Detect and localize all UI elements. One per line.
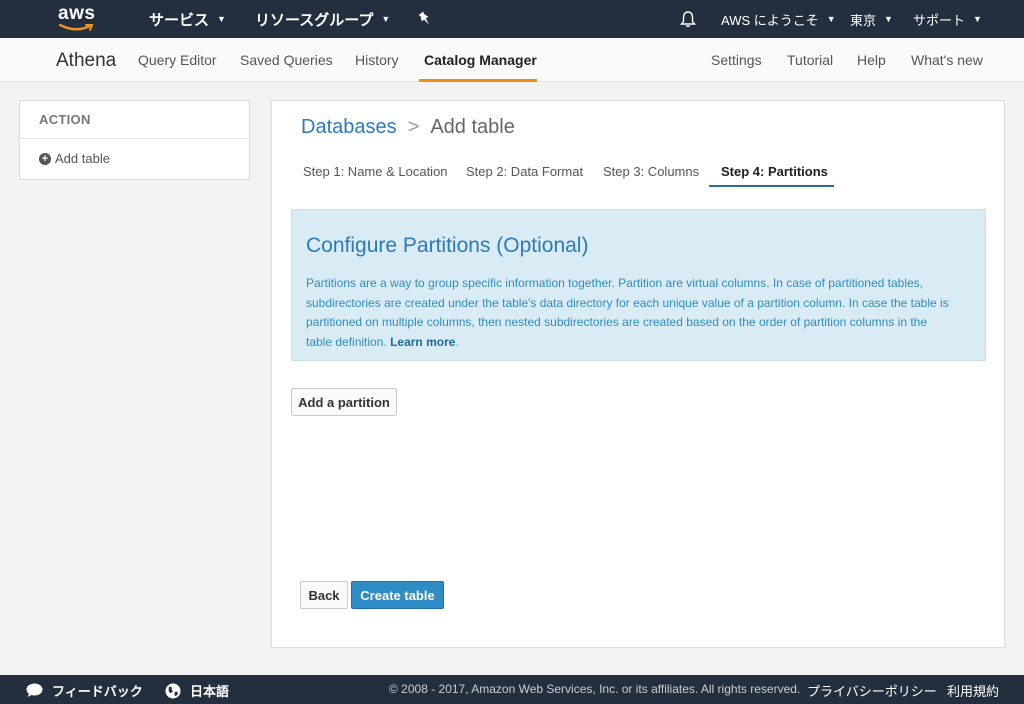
region-label: 東京 (850, 12, 877, 28)
nav-query-editor[interactable]: Query Editor (138, 52, 217, 68)
info-body-period: . (455, 334, 459, 349)
nav-saved-queries[interactable]: Saved Queries (240, 52, 333, 68)
sidebar-item-label: Add table (55, 151, 110, 166)
nav-settings[interactable]: Settings (711, 52, 762, 68)
step-partitions[interactable]: Step 4: Partitions (721, 164, 828, 179)
configure-partitions-info: Configure Partitions (Optional) Partitio… (291, 209, 986, 361)
chevron-down-icon: ▼ (826, 14, 836, 24)
breadcrumb-databases-link[interactable]: Databases (301, 116, 397, 138)
account-menu[interactable]: AWS にようこそ ▼ (721, 0, 836, 38)
back-button[interactable]: Back (300, 581, 348, 609)
breadcrumb-separator: > (407, 116, 420, 138)
add-table-panel: Databases > Add table Step 1: Name & Locat… (271, 100, 1005, 648)
feedback-label: フィードバック (52, 684, 143, 699)
speech-bubble-icon (26, 683, 43, 697)
chevron-down-icon: ▼ (973, 14, 982, 24)
aws-logo-text: aws (58, 3, 96, 24)
aws-logo[interactable]: aws (56, 3, 100, 33)
learn-more-link[interactable]: Learn more (390, 335, 455, 349)
active-nav-indicator (419, 79, 537, 82)
active-step-indicator (709, 185, 834, 187)
nav-tutorial[interactable]: Tutorial (787, 52, 833, 68)
sidebar-item-add-table[interactable]: + Add table (20, 139, 249, 178)
chevron-down-icon: ▼ (884, 14, 893, 24)
services-label: サービス (149, 11, 210, 29)
nav-history[interactable]: History (355, 52, 399, 68)
athena-brand[interactable]: Athena (56, 50, 116, 72)
console-footer: フィードバック 日本語 © 2008 - 2017, Amazon Web Se… (0, 675, 1024, 704)
create-table-button[interactable]: Create table (351, 581, 444, 609)
nav-whats-new[interactable]: What's new (911, 52, 983, 68)
nav-help[interactable]: Help (857, 52, 886, 68)
info-body: Partitions are a way to group specific i… (306, 274, 956, 352)
step-name-location[interactable]: Step 1: Name & Location (303, 164, 448, 179)
support-menu[interactable]: サポート ▼ (913, 0, 982, 38)
nav-catalog-manager[interactable]: Catalog Manager (424, 52, 537, 68)
aws-smile-icon (58, 23, 94, 31)
services-menu[interactable]: サービス ▼ (149, 0, 226, 38)
privacy-policy-link[interactable]: プライバシーポリシー (807, 681, 937, 700)
info-title: Configure Partitions (Optional) (306, 234, 589, 257)
chevron-down-icon: ▼ (217, 14, 226, 24)
athena-sub-nav: Athena Query Editor Saved Queries Histor… (0, 38, 1024, 82)
add-partition-button[interactable]: Add a partition (291, 388, 397, 416)
resource-groups-menu[interactable]: リソースグループ ▼ (255, 0, 390, 38)
step-columns[interactable]: Step 3: Columns (603, 164, 699, 179)
resource-groups-label: リソースグループ (255, 11, 374, 29)
feedback-link[interactable]: フィードバック (26, 681, 143, 700)
copyright-text: © 2008 - 2017, Amazon Web Services, Inc.… (389, 682, 801, 696)
terms-of-use-link[interactable]: 利用規約 (947, 681, 999, 700)
pin-icon[interactable] (418, 11, 432, 27)
breadcrumb: Databases > Add table (301, 116, 515, 139)
region-menu[interactable]: 東京 ▼ (850, 0, 893, 38)
sidebar-heading: ACTION (20, 101, 249, 139)
language-label: 日本語 (190, 684, 230, 699)
step-data-format[interactable]: Step 2: Data Format (466, 164, 583, 179)
globe-icon (165, 683, 181, 698)
support-label: サポート (913, 12, 966, 28)
action-sidebar: ACTION + Add table (19, 100, 250, 180)
breadcrumb-current: Add table (430, 116, 515, 138)
bell-icon[interactable] (679, 10, 697, 28)
aws-top-bar: aws サービス ▼ リソースグループ ▼ AWS にようこそ ▼ 東京 ▼ サ… (0, 0, 1024, 38)
plus-circle-icon: + (39, 152, 51, 165)
chevron-down-icon: ▼ (381, 14, 391, 24)
account-label: AWS にようこそ (721, 12, 819, 28)
language-selector[interactable]: 日本語 (165, 681, 229, 700)
